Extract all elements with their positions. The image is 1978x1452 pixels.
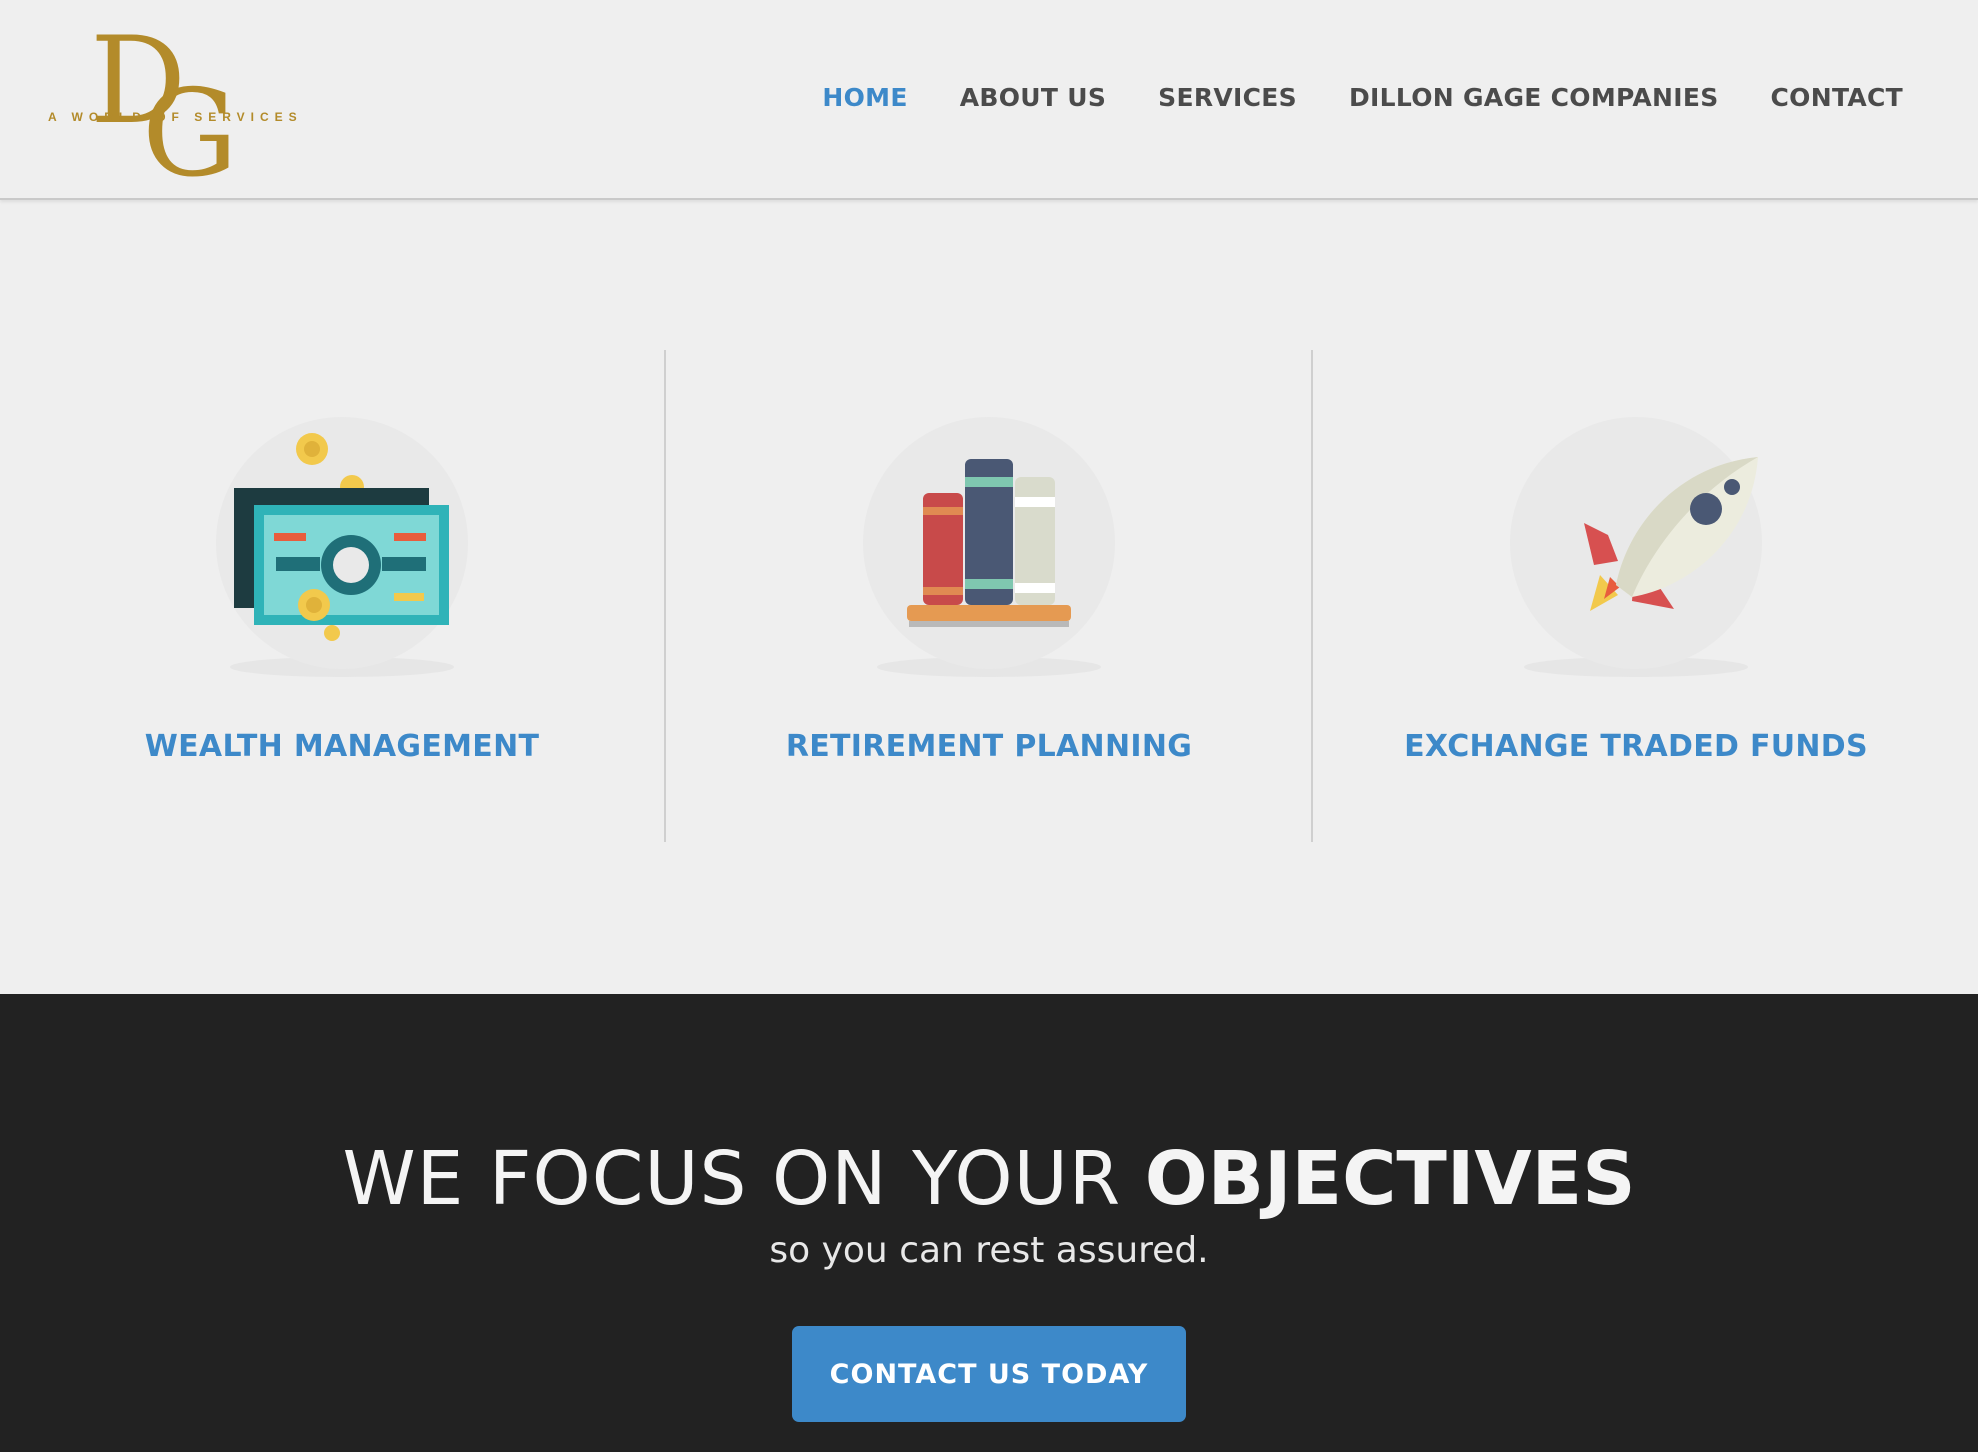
site-header: D G A WORLD OF SERVICES HOME ABOUT US SE… — [0, 0, 1978, 200]
column-divider — [1311, 350, 1313, 842]
objectives-band: WE FOCUS ON YOUR OBJECTIVES so you can r… — [0, 994, 1978, 1452]
rocket-icon — [1508, 415, 1764, 685]
headline-bold: OBJECTIVES — [1144, 1136, 1636, 1222]
nav-dillon-gage-companies[interactable]: DILLON GAGE COMPANIES — [1349, 83, 1719, 112]
nav-home[interactable]: HOME — [822, 83, 907, 112]
service-title[interactable]: WEALTH MANAGEMENT — [82, 729, 602, 764]
main-nav: HOME ABOUT US SERVICES DILLON GAGE COMPA… — [822, 83, 1903, 112]
brand-tagline: A WORLD OF SERVICES — [48, 110, 303, 124]
nav-services[interactable]: SERVICES — [1158, 83, 1297, 112]
services-section: WEALTH MANAGEMENT RETIREMENT PLANNING EX… — [0, 200, 1978, 994]
service-retirement-planning[interactable]: RETIREMENT PLANNING — [729, 415, 1249, 764]
contact-us-today-button[interactable]: CONTACT US TODAY — [792, 1326, 1186, 1422]
svg-text:G: G — [142, 65, 238, 185]
headline-light: WE FOCUS ON YOUR — [342, 1136, 1122, 1222]
service-wealth-management[interactable]: WEALTH MANAGEMENT — [82, 415, 602, 764]
books-icon — [861, 415, 1117, 685]
service-title[interactable]: EXCHANGE TRADED FUNDS — [1376, 729, 1896, 764]
service-exchange-traded-funds[interactable]: EXCHANGE TRADED FUNDS — [1376, 415, 1896, 764]
nav-contact[interactable]: CONTACT — [1771, 83, 1903, 112]
column-divider — [664, 350, 666, 842]
brand-logo[interactable]: D G A WORLD OF SERVICES — [40, 10, 320, 185]
money-bills-icon — [214, 415, 470, 685]
service-title[interactable]: RETIREMENT PLANNING — [729, 729, 1249, 764]
band-subline: so you can rest assured. — [769, 1230, 1209, 1271]
band-headline: WE FOCUS ON YOUR OBJECTIVES — [0, 1136, 1978, 1222]
dg-monogram-icon: D G — [90, 12, 238, 185]
nav-about-us[interactable]: ABOUT US — [960, 83, 1106, 112]
